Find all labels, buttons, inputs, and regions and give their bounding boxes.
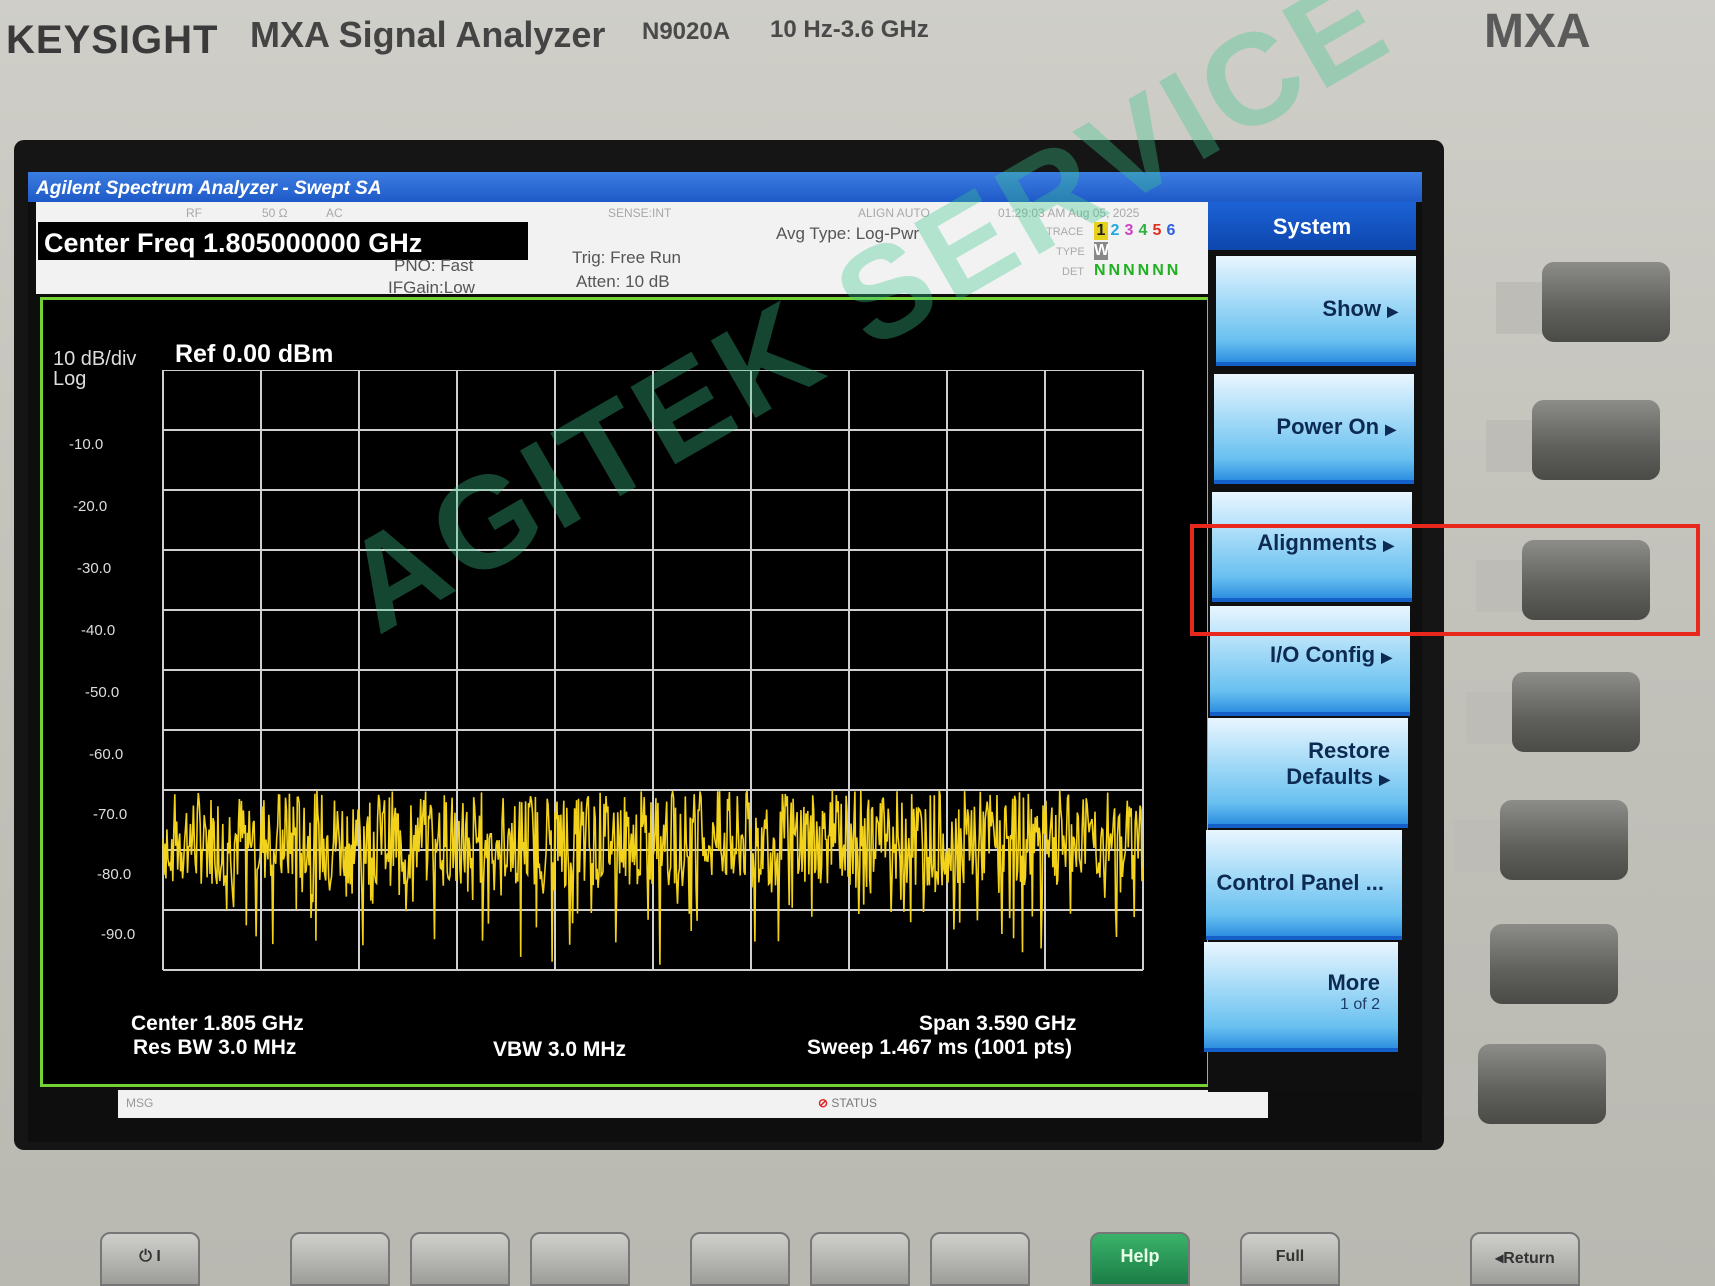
hardware-softkey-6[interactable]	[1490, 924, 1618, 1004]
model-number: N9020A	[642, 18, 731, 45]
hardware-softkey-1[interactable]	[1542, 262, 1670, 342]
bottom-key-3[interactable]	[410, 1232, 510, 1286]
status-alert-icon: ⊘	[818, 1096, 829, 1110]
softkey-more-label: More	[1327, 970, 1380, 995]
input-impedance-label: 50 Ω	[262, 206, 288, 220]
trigger-text: Trig: Free Run	[572, 248, 681, 267]
frequency-range: 10 Hz-3.6 GHz	[770, 16, 929, 43]
reference-level[interactable]: Ref 0.00 dBm	[175, 340, 333, 369]
ifgain-text: IFGain:Low	[388, 278, 475, 297]
center-freq-readout: Center 1.805 GHz	[131, 1012, 304, 1035]
bottom-key-6[interactable]	[810, 1232, 910, 1286]
submenu-arrow-icon: ▶	[1385, 421, 1396, 437]
status-bar: MSG ⊘ STATUS	[118, 1090, 1268, 1118]
submenu-arrow-icon: ▶	[1381, 649, 1392, 665]
softkey-menu-title: System	[1208, 202, 1416, 250]
atten-text: Atten: 10 dB	[576, 272, 670, 291]
power-key[interactable]: ⏻ I	[100, 1232, 200, 1286]
trace-5: 5	[1152, 222, 1162, 239]
softkey-more-page: 1 of 2	[1339, 996, 1380, 1013]
softkey-more[interactable]: More 1 of 2	[1204, 942, 1398, 1052]
softkey-show-label: Show	[1322, 296, 1382, 321]
bottom-key-2[interactable]	[290, 1232, 390, 1286]
y-label-5: -50.0	[85, 684, 120, 701]
sweep-readout: Sweep 1.467 ms (1001 pts)	[807, 1036, 1072, 1059]
y-label-6: -60.0	[89, 746, 124, 763]
input-rf-label: RF	[186, 206, 202, 220]
softkey-show[interactable]: Show ▶	[1216, 256, 1416, 366]
return-key[interactable]: ◂Return	[1470, 1232, 1580, 1286]
softkey-control-panel-label: Control Panel ...	[1216, 870, 1384, 895]
sense-label: SENSE:INT	[608, 206, 672, 220]
hardware-softkey-7[interactable]	[1478, 1044, 1606, 1124]
hardware-softkey-2[interactable]	[1532, 400, 1660, 480]
hardware-softkey-4[interactable]	[1512, 672, 1640, 752]
span-readout: Span 3.590 GHz	[919, 1012, 1077, 1035]
detector-values: NNNNNN	[1094, 262, 1182, 279]
softkey-defaults-label: Defaults	[1286, 764, 1374, 789]
bottom-key-5[interactable]	[690, 1232, 790, 1286]
bottom-key-7[interactable]	[930, 1232, 1030, 1286]
center-freq-text: Center Freq 1.805000000 GHz	[44, 228, 423, 258]
model-name: MXA Signal Analyzer	[250, 14, 606, 55]
full-screen-key[interactable]: Full	[1240, 1232, 1340, 1286]
alignments-highlight-box	[1190, 524, 1700, 636]
return-text: Return	[1503, 1250, 1555, 1267]
res-bw-readout: Res BW 3.0 MHz	[133, 1036, 297, 1059]
hardware-softkey-5[interactable]	[1500, 800, 1628, 880]
return-key-label: ◂Return	[1472, 1234, 1578, 1268]
softkey-restore-label: Restore	[1308, 738, 1390, 763]
softkey-restore-defaults[interactable]: Restore Defaults ▶	[1208, 718, 1408, 828]
power-icon: ⏻ I	[139, 1248, 161, 1265]
coupling-label: AC	[326, 206, 343, 220]
message-label: MSG	[126, 1096, 154, 1110]
softkey-power-on-label: Power On	[1276, 414, 1380, 439]
submenu-arrow-icon: ▶	[1387, 303, 1398, 319]
y-label-2: -20.0	[73, 498, 108, 515]
pno-text: PNO: Fast	[394, 256, 474, 275]
trace-6: 6	[1166, 222, 1176, 239]
status-label: ⊘ STATUS	[818, 1096, 877, 1110]
help-key[interactable]: Help	[1090, 1232, 1190, 1286]
vbw-readout: VBW 3.0 MHz	[493, 1038, 627, 1061]
series-badge: MXA	[1484, 5, 1591, 58]
bottom-key-4[interactable]	[530, 1232, 630, 1286]
center-freq-box[interactable]: Center Freq 1.805000000 GHz	[38, 222, 528, 260]
softkey-power-on[interactable]: Power On ▶	[1214, 374, 1414, 484]
brand-logo: KEYSIGHT	[6, 18, 219, 62]
analyzer-screen: Agilent Spectrum Analyzer - Swept SA RF …	[28, 0, 1422, 1142]
softkey-io-config-label: I/O Config	[1270, 642, 1376, 667]
scale-type: Log	[53, 368, 87, 390]
full-screen-key-label: Full	[1275, 1248, 1305, 1265]
y-label-1: -10.0	[69, 436, 104, 453]
status-text: STATUS	[831, 1096, 877, 1110]
y-label-3: -30.0	[77, 560, 112, 577]
softkey-panel: System Show ▶ Power On ▶ Alignments ▶ I/…	[1204, 202, 1422, 1092]
y-label-4: -40.0	[81, 622, 116, 639]
submenu-arrow-icon: ▶	[1379, 771, 1390, 787]
softkey-control-panel[interactable]: Control Panel ...	[1206, 830, 1402, 940]
